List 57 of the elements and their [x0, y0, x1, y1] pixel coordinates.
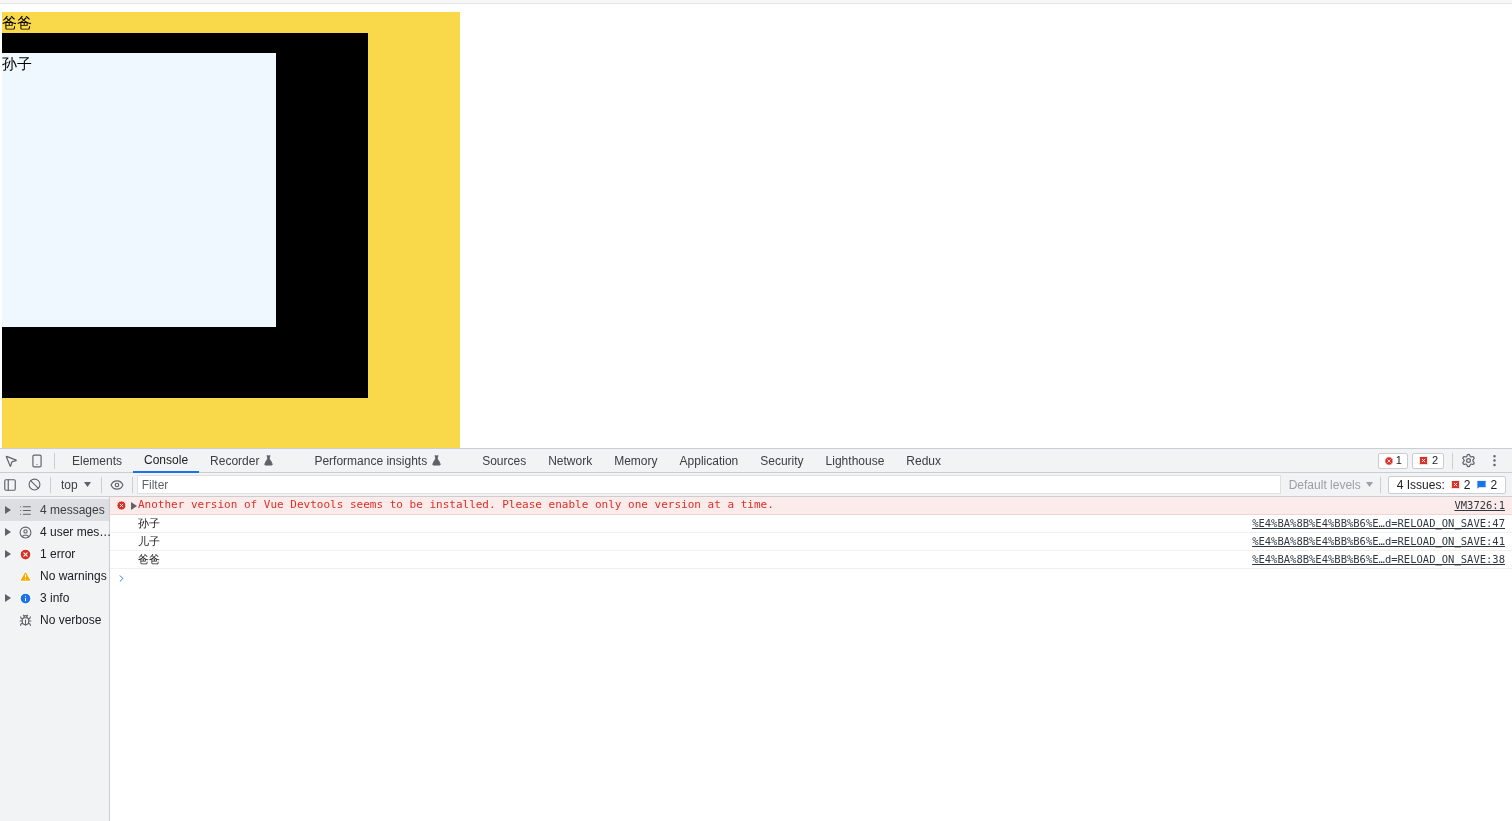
- expand-arrow-icon[interactable]: [5, 594, 11, 602]
- user-icon: [19, 525, 32, 539]
- warning-icon: [19, 569, 32, 583]
- issues-button[interactable]: 4 Issues: 2 2: [1387, 475, 1507, 494]
- dropdown-caret-icon: [1365, 482, 1373, 487]
- filter-field[interactable]: Filter: [136, 475, 1281, 494]
- panel-tab[interactable]: Recorder: [199, 448, 286, 473]
- inspect-icon[interactable]: [4, 453, 18, 468]
- flask-icon: [263, 455, 275, 466]
- message-text: 孙子: [138, 516, 160, 532]
- issue-error-icon: [1417, 455, 1429, 466]
- sidebar-item[interactable]: No warnings: [0, 565, 109, 587]
- box-label: 爸爸: [2, 13, 33, 33]
- sidebar-item[interactable]: 1 error: [0, 543, 109, 565]
- bug-icon: [19, 613, 32, 627]
- expand-arrow-icon[interactable]: [5, 528, 11, 536]
- expand-arrow-icon[interactable]: [131, 501, 137, 510]
- settings-icon[interactable]: [1461, 453, 1476, 468]
- panel-tab[interactable]: Redux: [895, 448, 952, 473]
- panel-tab[interactable]: Network: [537, 448, 604, 473]
- sidebar-item[interactable]: 4 messages: [0, 499, 109, 521]
- clear-icon[interactable]: [28, 478, 41, 491]
- panel-tab[interactable]: Performance insights: [303, 448, 454, 473]
- panel-tab[interactable]: Application: [668, 448, 750, 473]
- source-link[interactable]: VM3726:1: [1454, 497, 1505, 514]
- message-text: Another version of Vue Devtools seems to be installed. Please enable only one version at a time.: [138, 497, 774, 514]
- panel-tab[interactable]: Sources: [471, 448, 538, 473]
- panel-tab[interactable]: Elements: [61, 448, 134, 473]
- panel-tab[interactable]: Lighthouse: [814, 448, 896, 473]
- source-link[interactable]: %E4%BA%8B%E4%BB%B6%E…d=RELOAD_ON_SAVE:38: [1252, 551, 1505, 568]
- message-icon: [1476, 479, 1488, 490]
- eye-icon[interactable]: [109, 477, 124, 492]
- error-icon: [19, 547, 32, 561]
- panel-tab[interactable]: Security: [749, 448, 815, 473]
- message-text: 爸爸: [138, 552, 160, 568]
- error-icon: [1383, 455, 1394, 466]
- source-link[interactable]: %E4%BA%8B%E4%BB%B6%E…d=RELOAD_ON_SAVE:41: [1252, 533, 1505, 550]
- error-counter[interactable]: 1: [1377, 452, 1408, 469]
- sidebar-item[interactable]: 3 info: [0, 587, 109, 609]
- context-selector[interactable]: top: [51, 475, 101, 494]
- expand-arrow-icon[interactable]: [5, 550, 11, 558]
- flask-icon: [431, 455, 443, 466]
- device-icon[interactable]: [30, 453, 44, 468]
- issue-counter[interactable]: 2: [1411, 452, 1444, 469]
- message-text: 儿子: [138, 534, 160, 550]
- info-icon: [19, 591, 32, 605]
- box-label: 孙子: [2, 55, 32, 72]
- issue-error-icon: [1449, 479, 1461, 490]
- dropdown-caret-icon: [83, 482, 91, 487]
- list-icon: [19, 503, 32, 517]
- sidebar-item[interactable]: No verbose: [0, 609, 109, 631]
- panel-tab[interactable]: Memory: [603, 448, 669, 473]
- error-icon: [116, 500, 127, 511]
- sidebar-toggle-icon[interactable]: [3, 477, 17, 492]
- expand-arrow-icon[interactable]: [5, 506, 11, 514]
- source-link[interactable]: %E4%BA%8B%E4%BB%B6%E…d=RELOAD_ON_SAVE:47: [1252, 515, 1505, 532]
- sidebar-item[interactable]: 4 user mes…: [0, 521, 109, 543]
